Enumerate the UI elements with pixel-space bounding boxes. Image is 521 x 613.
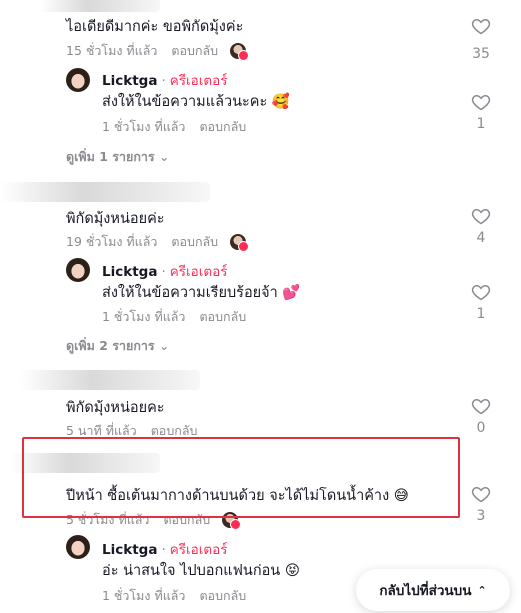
chevron-down-icon: ⌄	[159, 149, 170, 164]
like-button[interactable]: 1	[466, 282, 496, 322]
like-count: 35	[472, 46, 490, 62]
like-button[interactable]: 35	[466, 16, 496, 62]
comment-text: พิกัดมุ้งหน่อยคะ	[66, 400, 165, 416]
heart-outline-icon	[471, 398, 491, 415]
blurred-username	[0, 182, 210, 202]
creator-badge: ครีเอเตอร์	[169, 73, 228, 89]
comment-text: พิกัดมุ้งหน่อยค่ะ	[66, 211, 165, 227]
double-chevron-up-icon: ⌃	[477, 583, 487, 597]
highlight-box	[22, 437, 460, 518]
reply-meta: 1 ชั่วโมง ที่แล้ว ตอบกลับ	[102, 117, 246, 137]
like-button[interactable]: 1	[466, 92, 496, 132]
reply-button[interactable]: ตอบกลับ	[199, 117, 246, 137]
back-to-top-button[interactable]: กลับไปที่ส่วนบน ⌃	[356, 569, 510, 611]
comment-meta: 19 ชั่วโมง ที่แล้ว ตอบกลับ	[66, 232, 250, 252]
heart-outline-icon	[471, 284, 491, 301]
reply-time: 1 ชั่วโมง ที่แล้ว	[102, 309, 186, 324]
reply-time: 1 ชั่วโมง ที่แล้ว	[102, 119, 186, 134]
comment-time: 19 ชั่วโมง ที่แล้ว	[66, 234, 158, 249]
reply-time: 1 ชั่วโมง ที่แล้ว	[102, 588, 186, 603]
heart-outline-icon	[471, 486, 491, 503]
creator-avatar[interactable]	[66, 535, 90, 559]
reply-button[interactable]: ตอบกลับ	[199, 586, 246, 606]
heart-outline-icon	[471, 94, 491, 111]
comment-text: ไอเดียดีมากค่ะ ขอพิกัดมุ้งค่ะ	[66, 19, 244, 35]
creator-badge: ครีเอเตอร์	[169, 542, 228, 558]
back-to-top-label: กลับไปที่ส่วนบน	[379, 583, 472, 599]
blurred-username	[40, 0, 160, 12]
reply-author[interactable]: Licktga · ครีเอเตอร์	[102, 69, 227, 91]
like-button[interactable]: 0	[466, 396, 496, 436]
view-more-replies[interactable]: ดูเพิ่ม 1 รายการ ⌄	[66, 147, 169, 167]
chevron-down-icon: ⌄	[159, 338, 170, 353]
reply-text: ส่งให้ในข้อความเรียบร้อยจ้า 💕	[102, 285, 301, 301]
creator-avatar[interactable]	[66, 68, 90, 92]
comment-meta: 15 ชั่วโมง ที่แล้ว ตอบกลับ	[66, 41, 250, 61]
creator-avatar[interactable]	[66, 258, 90, 282]
creator-liked-avatar	[230, 43, 250, 61]
reply-text: อ่ะ น่าสนใจ ไปบอกแฟนก่อน 😝	[102, 563, 300, 579]
like-count: 3	[476, 508, 486, 524]
blurred-username	[20, 370, 200, 390]
comment-time: 15 ชั่วโมง ที่แล้ว	[66, 43, 158, 58]
heart-outline-icon	[471, 208, 491, 225]
reply-meta: 1 ชั่วโมง ที่แล้ว ตอบกลับ	[102, 307, 246, 327]
like-button[interactable]: 3	[466, 484, 496, 524]
reply-author[interactable]: Licktga · ครีเอเตอร์	[102, 538, 227, 560]
creator-liked-avatar	[230, 234, 250, 252]
like-count: 0	[476, 420, 486, 436]
like-count: 1	[476, 306, 486, 322]
view-more-replies[interactable]: ดูเพิ่ม 2 รายการ ⌄	[66, 336, 169, 356]
like-count: 1	[476, 116, 486, 132]
creator-badge: ครีเอเตอร์	[169, 264, 228, 280]
like-button[interactable]: 4	[466, 206, 496, 246]
heart-outline-icon	[471, 18, 491, 35]
like-count: 4	[476, 230, 486, 246]
reply-meta: 1 ชั่วโมง ที่แล้ว ตอบกลับ	[102, 586, 246, 606]
reply-text: ส่งให้ในข้อความแล้วนะคะ 🥰	[102, 94, 290, 110]
reply-button[interactable]: ตอบกลับ	[171, 41, 218, 61]
reply-author[interactable]: Licktga · ครีเอเตอร์	[102, 260, 227, 282]
reply-button[interactable]: ตอบกลับ	[171, 232, 218, 252]
reply-button[interactable]: ตอบกลับ	[199, 307, 246, 327]
